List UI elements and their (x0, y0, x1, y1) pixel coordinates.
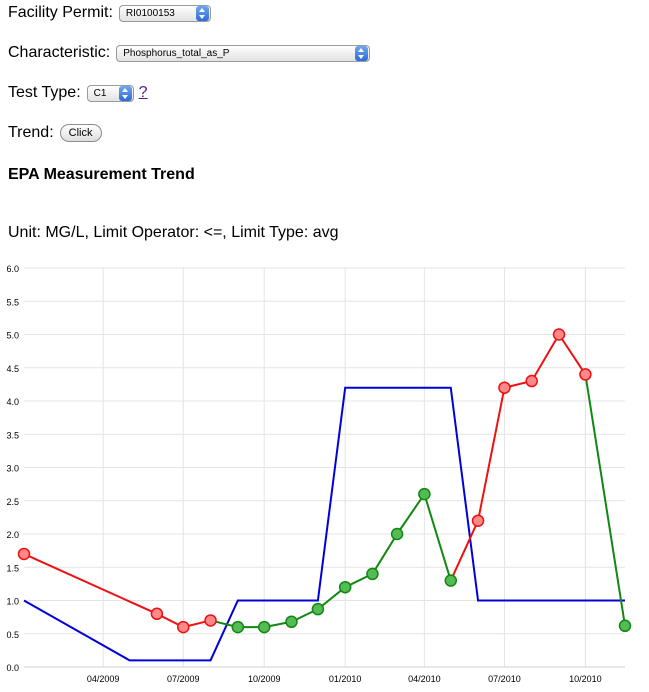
y-tick-label: 0.0 (6, 663, 19, 673)
y-tick-label: 3.5 (6, 430, 19, 440)
characteristic-row: Characteristic: Phosphorus_total_as_P (8, 44, 371, 62)
characteristic-label: Characteristic: (8, 44, 111, 61)
y-tick-label: 1.5 (6, 563, 19, 573)
x-tick-label: 04/2009 (87, 674, 120, 684)
test-type-select[interactable]: C1 (86, 84, 134, 102)
trend-chart: 0.0 0.5 1.0 1.5 2.0 2.5 3.0 3.5 4.0 4.5 5.0 5.5 6.0 0… (6, 264, 632, 684)
data-point (618, 619, 632, 633)
y-tick-label: 1.0 (6, 597, 19, 607)
data-point (418, 487, 431, 501)
permit-label: Facility Permit: (8, 4, 113, 21)
x-tick-label: 07/2009 (167, 674, 200, 684)
measurement-segment (371, 533, 398, 575)
data-point (204, 614, 217, 627)
measurement-segment (23, 553, 158, 615)
y-tick-label: 0.5 (6, 630, 19, 640)
trend-label: Trend: (8, 124, 54, 141)
x-tick-label: 10/2009 (248, 674, 281, 684)
test-type-label: Test Type: (8, 84, 81, 101)
y-tick-label: 5.0 (6, 331, 19, 341)
y-tick-label: 3.0 (6, 464, 19, 474)
data-point (177, 620, 190, 634)
page-title: EPA Measurement Trend (8, 166, 195, 183)
data-point (257, 620, 271, 634)
characteristic-value: Phosphorus_total_as_P (123, 47, 230, 59)
x-tick-label: 01/2010 (329, 674, 362, 684)
unit-info: Unit: MG/L, Limit Operator: <=, Limit Ty… (8, 224, 339, 241)
data-point (552, 328, 566, 341)
limit-line (23, 386, 625, 662)
y-tick-label: 4.5 (6, 364, 19, 374)
x-tick-label: 07/2010 (488, 674, 521, 684)
permit-select[interactable]: RI0100153 (118, 4, 211, 22)
data-point (390, 527, 404, 541)
characteristic-select[interactable]: Phosphorus_total_as_P (116, 44, 371, 62)
y-tick-label: 2.0 (6, 530, 19, 540)
data-point (231, 620, 245, 634)
data-point (366, 567, 379, 581)
y-tick-label: 5.5 (6, 297, 19, 307)
permit-row: Facility Permit: RI0100153 (8, 4, 211, 22)
measurement-segment (530, 333, 560, 382)
select-arrows-icon (118, 85, 132, 101)
permit-value: RI0100153 (125, 7, 175, 19)
x-tick-label: 04/2010 (408, 674, 441, 684)
data-point (471, 514, 485, 527)
y-tick-label: 4.0 (6, 397, 19, 407)
data-point (444, 574, 458, 587)
data-point (525, 374, 538, 388)
test-type-row: Test Type: C1 ? (8, 84, 148, 102)
test-type-value: C1 (93, 87, 107, 99)
trend-row: Trend: Click (8, 124, 102, 142)
measurement-segment (584, 374, 626, 626)
data-point (579, 368, 592, 381)
data-point (311, 602, 325, 616)
data-point (17, 547, 31, 561)
data-point (150, 607, 164, 621)
y-tick-label: 2.5 (6, 497, 19, 507)
trend-click-button[interactable]: Click (59, 124, 102, 142)
data-point (338, 580, 352, 594)
measurement-segment (396, 493, 426, 535)
data-point (498, 381, 511, 394)
help-link[interactable]: ? (139, 84, 148, 102)
select-arrows-icon (195, 5, 209, 21)
measurement-segment (558, 333, 587, 375)
data-point (285, 615, 298, 629)
select-arrows-icon (355, 45, 369, 61)
y-tick-label: 6.0 (6, 264, 19, 274)
x-tick-label: 10/2010 (569, 674, 602, 684)
